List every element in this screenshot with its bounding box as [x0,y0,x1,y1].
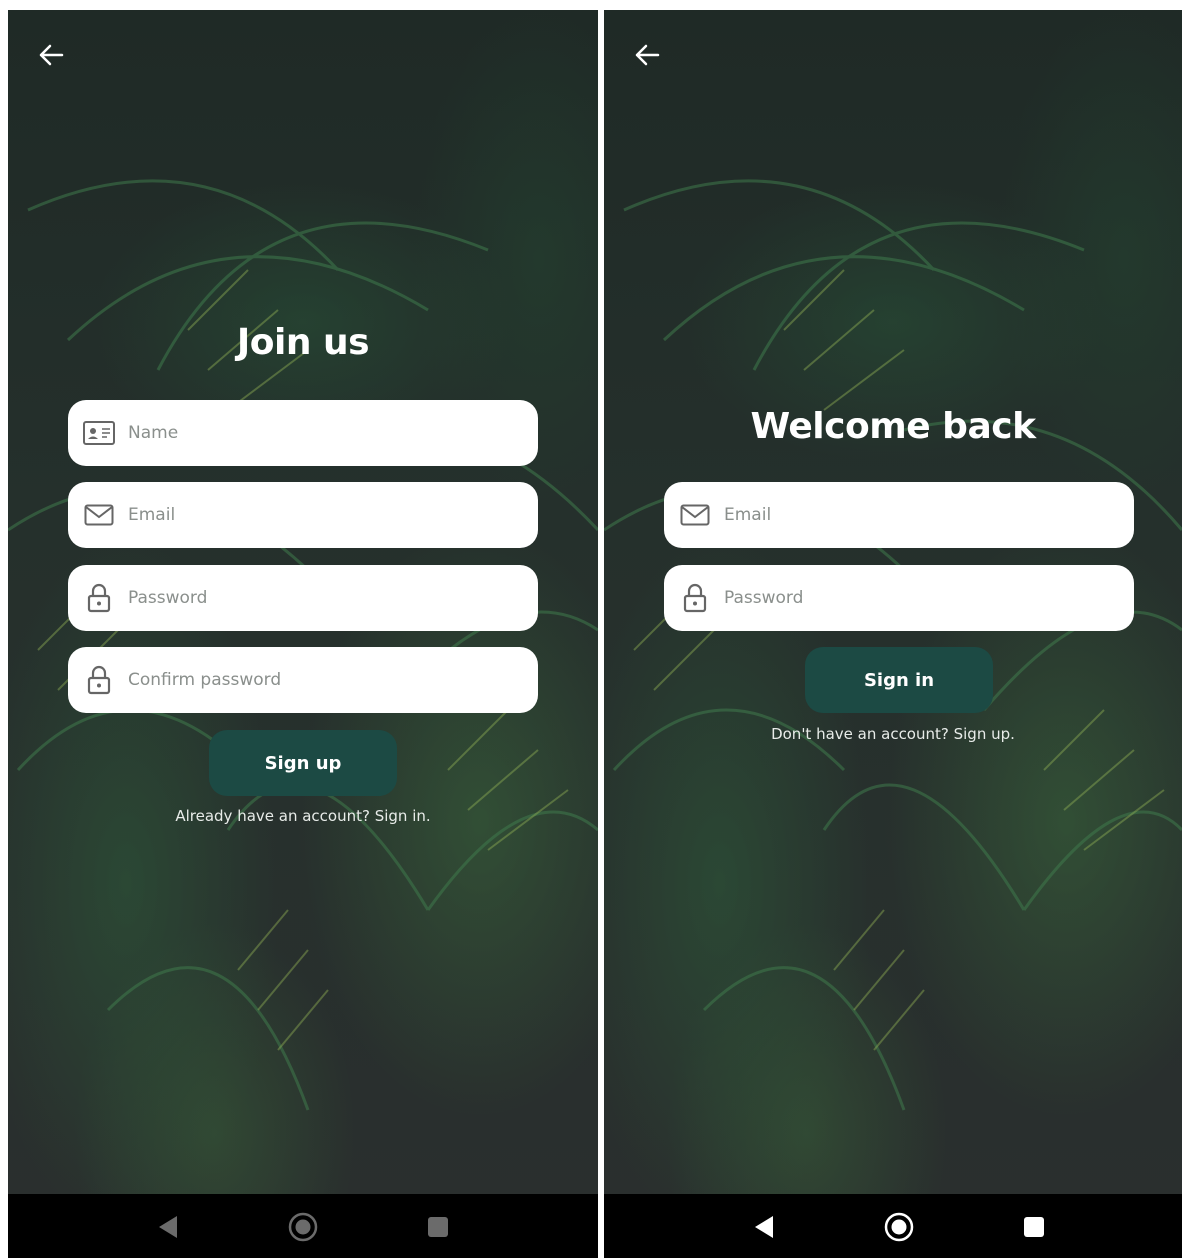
nav-recents-square-icon[interactable] [1019,1212,1049,1242]
signup-screen: Join us Sign up Already have an account?… [8,10,598,1258]
nav-home-circle-icon[interactable] [884,1212,914,1242]
nav-back-triangle-icon[interactable] [749,1212,779,1242]
page-title: Join us [236,322,370,363]
arrow-left-icon [635,44,660,66]
lock-icon [678,581,712,615]
nav-recents-square-icon[interactable] [423,1212,453,1242]
sign-up-link[interactable]: Don't have an account? Sign up. [604,725,1182,743]
lock-icon [82,663,116,697]
signin-screen: Welcome back Sign in Don't have an accou… [604,10,1182,1258]
palm-leaves-background [8,179,598,1111]
android-nav-bar [604,1194,1182,1258]
email-input[interactable] [724,505,1104,525]
sign-in-link[interactable]: Already have an account? Sign in. [8,807,598,825]
confirm-password-input[interactable] [128,670,508,690]
back-button[interactable] [632,40,662,70]
id-card-icon [82,416,116,450]
confirm-password-field[interactable] [68,647,538,713]
email-field[interactable] [68,482,538,548]
password-field[interactable] [664,565,1134,631]
back-button[interactable] [36,40,66,70]
palm-leaves-background [604,179,1182,1111]
sign-up-button[interactable]: Sign up [209,730,397,796]
password-field[interactable] [68,565,538,631]
nav-home-circle-icon[interactable] [288,1212,318,1242]
sign-in-button[interactable]: Sign in [805,647,993,713]
password-input[interactable] [128,588,508,608]
email-input[interactable] [128,505,508,525]
name-input[interactable] [128,423,508,443]
lock-icon [82,581,116,615]
mail-icon [82,498,116,532]
mail-icon [678,498,712,532]
page-title: Welcome back [750,406,1036,447]
email-field[interactable] [664,482,1134,548]
name-field[interactable] [68,400,538,466]
arrow-left-icon [39,44,64,66]
android-nav-bar [8,1194,598,1258]
password-input[interactable] [724,588,1104,608]
nav-back-triangle-icon[interactable] [153,1212,183,1242]
